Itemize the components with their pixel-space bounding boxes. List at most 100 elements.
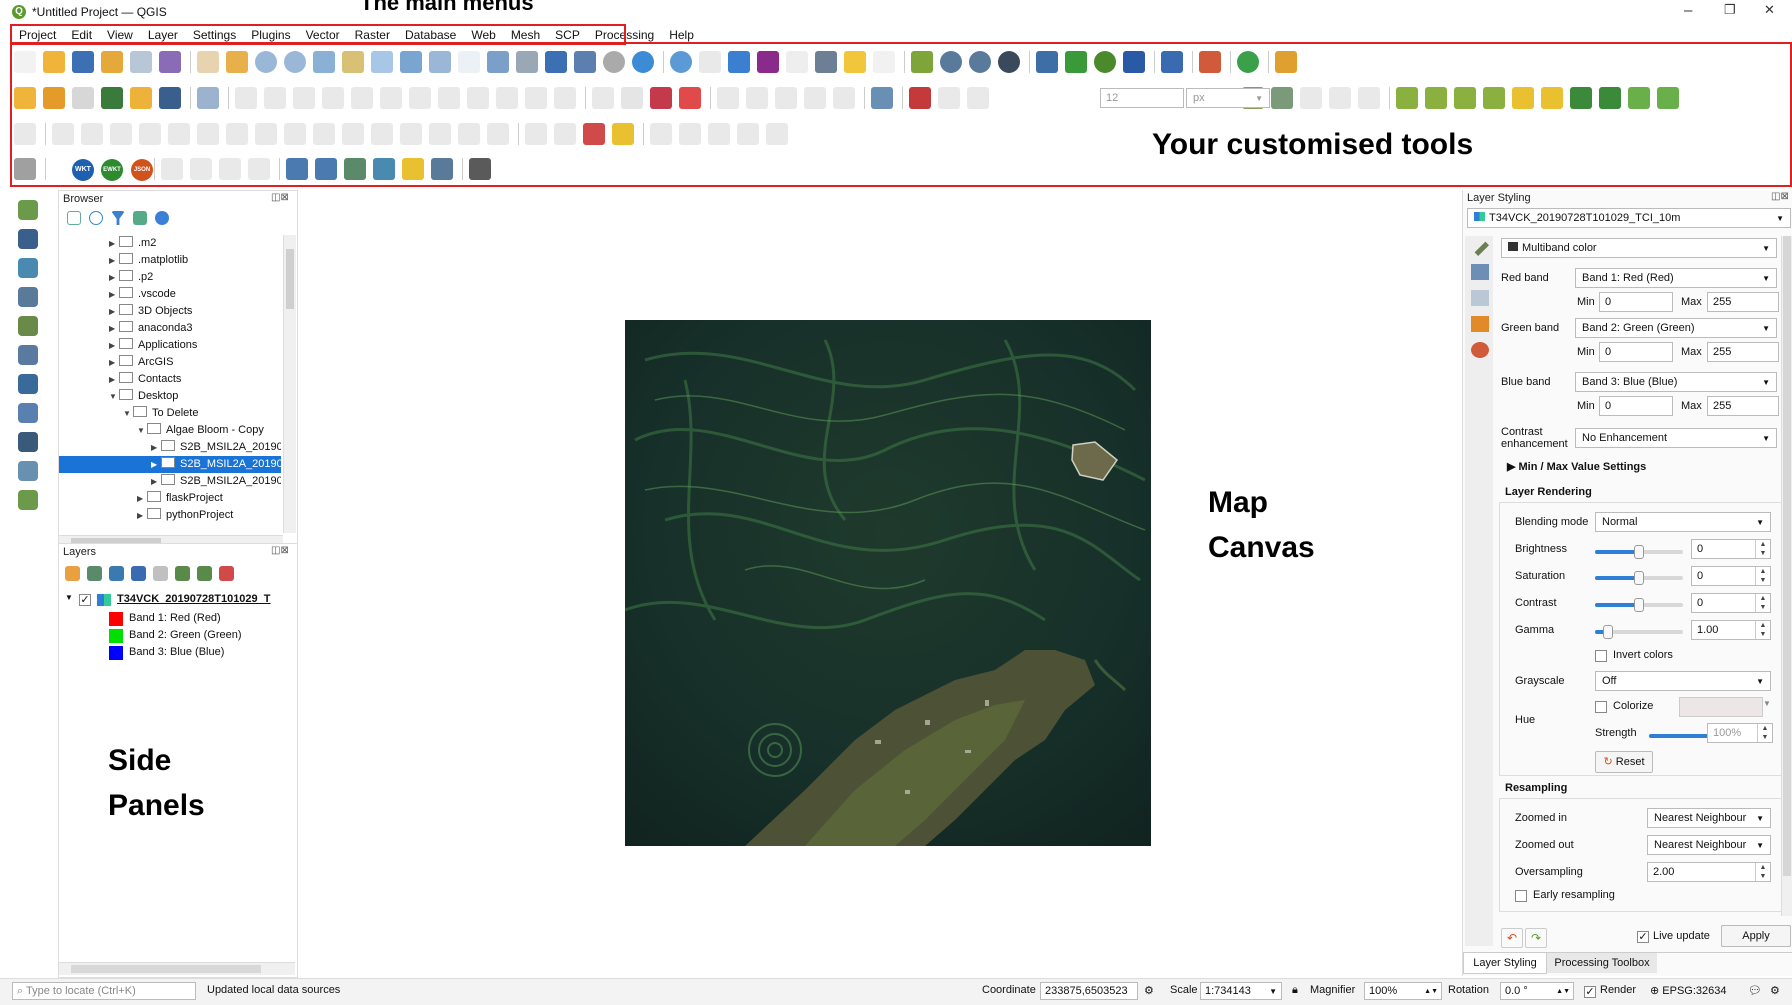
blue-min-input[interactable]: 0 [1599, 396, 1673, 416]
menu-vector[interactable]: Vector [299, 26, 348, 46]
browser-tree-item[interactable]: ▶ S2B_MSIL2A_20190 [59, 439, 281, 456]
map-tips-icon[interactable] [873, 51, 895, 73]
identify-icon[interactable] [670, 51, 692, 73]
colorize-color-button[interactable] [1679, 697, 1763, 717]
data-source-manager-icon[interactable] [14, 87, 36, 109]
contrast-slider[interactable] [1595, 598, 1683, 612]
expand-caret-icon[interactable]: ▶ [109, 337, 119, 354]
add-annotation-star-icon[interactable] [402, 158, 424, 180]
menu-plugins[interactable]: Plugins [244, 26, 298, 46]
oversampling-input[interactable]: 2.00 ▲ ▼ [1647, 862, 1771, 882]
open-project-icon[interactable] [43, 51, 65, 73]
browser-tree-item[interactable]: ▶ flaskProject [59, 490, 281, 507]
shape-digitize-icon[interactable] [650, 123, 672, 145]
profile-tool-3-icon[interactable] [1454, 87, 1476, 109]
ellipse-digitize-icon[interactable] [708, 123, 730, 145]
text-tool-icon[interactable] [431, 158, 453, 180]
browser-tree-item[interactable]: ▶ .vscode [59, 286, 281, 303]
layers-dock-buttons[interactable]: ◫⊠ [271, 545, 289, 556]
info-icon[interactable] [155, 211, 169, 225]
collapse-caret-icon[interactable]: ▼ [123, 405, 133, 422]
add-delimited-text-icon[interactable] [18, 287, 38, 307]
expand-caret-icon[interactable]: ▶ [137, 490, 147, 507]
strength-input[interactable]: 100% ▲ ▼ [1707, 723, 1773, 743]
tab-processing-toolbox[interactable]: Processing Toolbox [1547, 953, 1657, 973]
styling-layer-select[interactable]: T34VCK_20190728T101029_TCI_10m ▼ [1467, 208, 1791, 228]
menu-processing[interactable]: Processing [588, 26, 662, 46]
browser-tree-item[interactable]: ▼ To Delete [59, 405, 281, 422]
circular-string-icon[interactable] [52, 123, 74, 145]
share-icon[interactable] [1237, 51, 1259, 73]
grid-tool-icon[interactable] [248, 158, 270, 180]
snapping-icon[interactable] [938, 87, 960, 109]
expand-caret-icon[interactable]: ▶ [151, 456, 161, 473]
zoom-full-icon[interactable] [313, 51, 335, 73]
early-resampling-checkbox[interactable] [1515, 890, 1527, 902]
menu-layer[interactable]: Layer [141, 26, 186, 46]
lock-icon[interactable]: 🔒︎ [1292, 984, 1298, 997]
refresh-icon[interactable] [89, 211, 103, 225]
pan-icon[interactable] [197, 51, 219, 73]
browser-tree-item[interactable]: ▶ anaconda3 [59, 320, 281, 337]
digitize-icon[interactable] [72, 87, 94, 109]
restore-button[interactable]: ❐ [1724, 2, 1736, 18]
blue-band-select[interactable]: Band 3: Blue (Blue) ▼ [1575, 372, 1777, 392]
add-part-icon[interactable] [139, 123, 161, 145]
plugin-green-2-icon[interactable] [1599, 87, 1621, 109]
green-min-input[interactable]: 0 [1599, 342, 1673, 362]
circle-digitize-icon[interactable] [679, 123, 701, 145]
scale-select[interactable]: 1:734143 ▼ [1200, 982, 1282, 1000]
browser-scrollbar-v[interactable] [283, 235, 296, 533]
measure-icon[interactable] [815, 51, 837, 73]
vertex-tool-icon[interactable] [351, 87, 373, 109]
zoom-last-icon[interactable] [429, 51, 451, 73]
expand-all-icon[interactable] [175, 566, 190, 581]
brightness-input[interactable]: 0 ▲ ▼ [1691, 539, 1771, 559]
zoomed-out-select[interactable]: Nearest Neighbour ▼ [1647, 835, 1771, 855]
coordinate-input[interactable]: 233875,6503523 [1040, 982, 1138, 1000]
layer-expand-caret[interactable]: ▼ [65, 593, 73, 602]
add-ring-icon[interactable] [81, 123, 103, 145]
filter-expression-icon[interactable] [153, 566, 168, 581]
browser-tree-item[interactable]: ▼ Desktop [59, 388, 281, 405]
triangle-plugin-icon[interactable] [911, 51, 933, 73]
snap-tolerance-input[interactable]: 12 [1100, 88, 1184, 108]
copy-wkt-button[interactable]: WKT [72, 159, 94, 181]
temporal-icon[interactable] [603, 51, 625, 73]
add-wms-icon[interactable] [130, 87, 152, 109]
copy-ewkt-button[interactable]: EWKT [101, 159, 123, 181]
modify-attributes-icon[interactable] [380, 87, 402, 109]
merge-features-icon[interactable] [371, 123, 393, 145]
select-point-icon[interactable] [612, 123, 634, 145]
layers-scrollbar-h[interactable] [59, 962, 295, 975]
contrast-enhancement-select[interactable]: No Enhancement ▼ [1575, 428, 1777, 448]
python-console-icon[interactable] [1036, 51, 1058, 73]
symbology-tab-icon[interactable] [1471, 264, 1489, 280]
zoomed-in-select[interactable]: Nearest Neighbour ▼ [1647, 808, 1771, 828]
polygon-digitize-icon[interactable] [766, 123, 788, 145]
change-label-icon[interactable] [833, 87, 855, 109]
contrast-input[interactable]: 0 ▲ ▼ [1691, 593, 1771, 613]
show-bookmarks-icon[interactable] [574, 51, 596, 73]
globe-plugin-icon-2[interactable] [969, 51, 991, 73]
browser-tree-item[interactable]: ▶ S2B_MSIL2A_20190 [59, 456, 281, 473]
export-icon[interactable] [1275, 51, 1297, 73]
add-point-icon[interactable] [322, 87, 344, 109]
menu-scp[interactable]: SCP [548, 26, 588, 46]
reshape-icon[interactable] [226, 123, 248, 145]
browser-tree-item[interactable]: ▶ 3D Objects [59, 303, 281, 320]
rotate-label-icon[interactable] [804, 87, 826, 109]
close-button[interactable]: ✕ [1764, 2, 1775, 18]
expand-caret-icon[interactable]: ▶ [109, 303, 119, 320]
browser-tree-item[interactable]: ▶ pythonProject [59, 507, 281, 524]
colorize-checkbox[interactable] [1595, 701, 1607, 713]
blue-max-input[interactable]: 255 [1707, 396, 1779, 416]
expand-caret-icon[interactable]: ▶ [109, 235, 119, 252]
pin-label-icon[interactable] [717, 87, 739, 109]
expand-caret-icon[interactable]: ▶ [137, 507, 147, 524]
split-parts-icon[interactable] [342, 123, 364, 145]
rectangle-digitize-icon[interactable] [737, 123, 759, 145]
minmax-section-toggle[interactable]: ▶ Min / Max Value Settings [1507, 460, 1646, 473]
y-tool-icon[interactable] [1628, 87, 1650, 109]
apply-button[interactable]: Apply [1721, 925, 1791, 947]
